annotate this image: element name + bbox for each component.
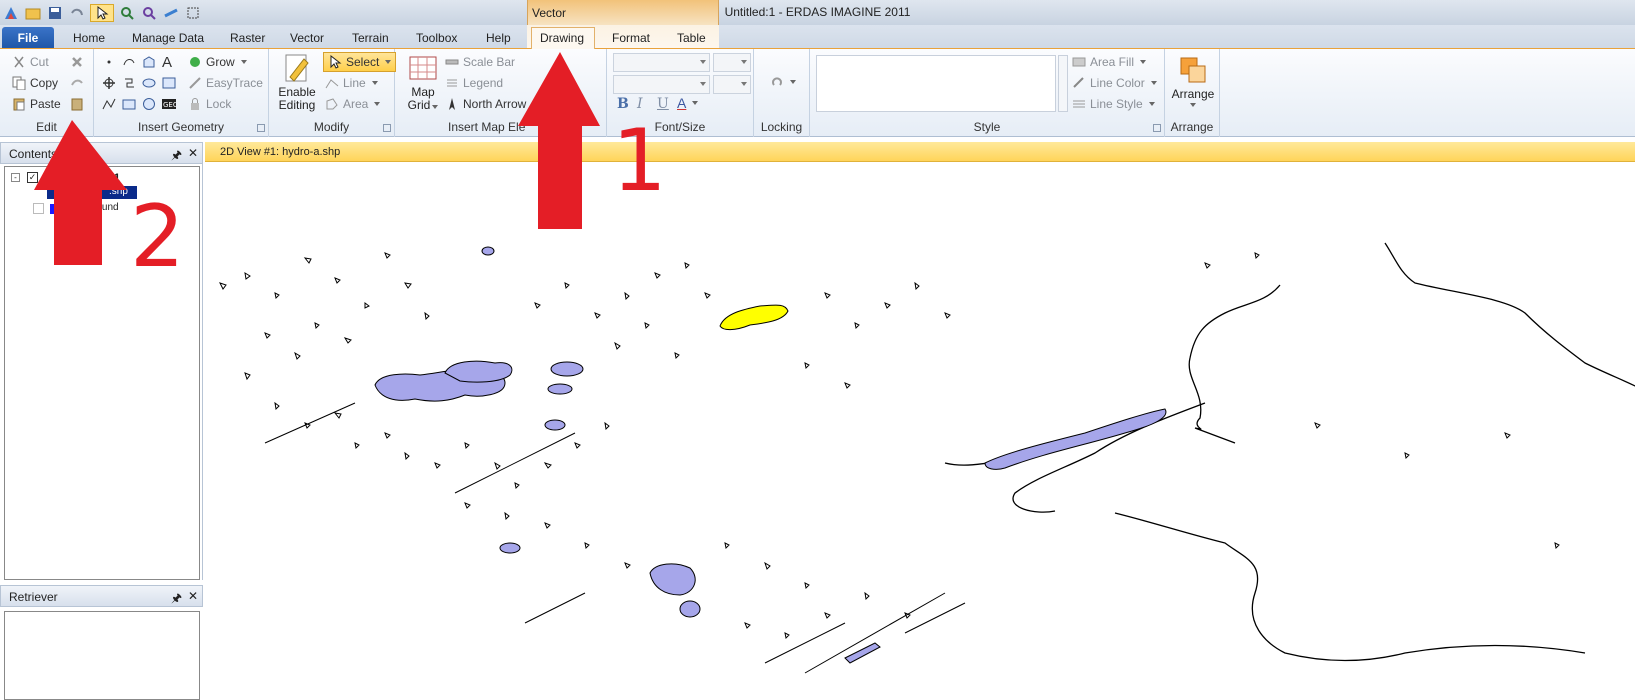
red-arrow-2 (34, 120, 127, 265)
annotation-number-1: 1 (612, 111, 667, 211)
red-arrow-1 (518, 52, 600, 229)
annotation-layer (34, 52, 600, 265)
annotation-number-2: 2 (130, 187, 185, 287)
